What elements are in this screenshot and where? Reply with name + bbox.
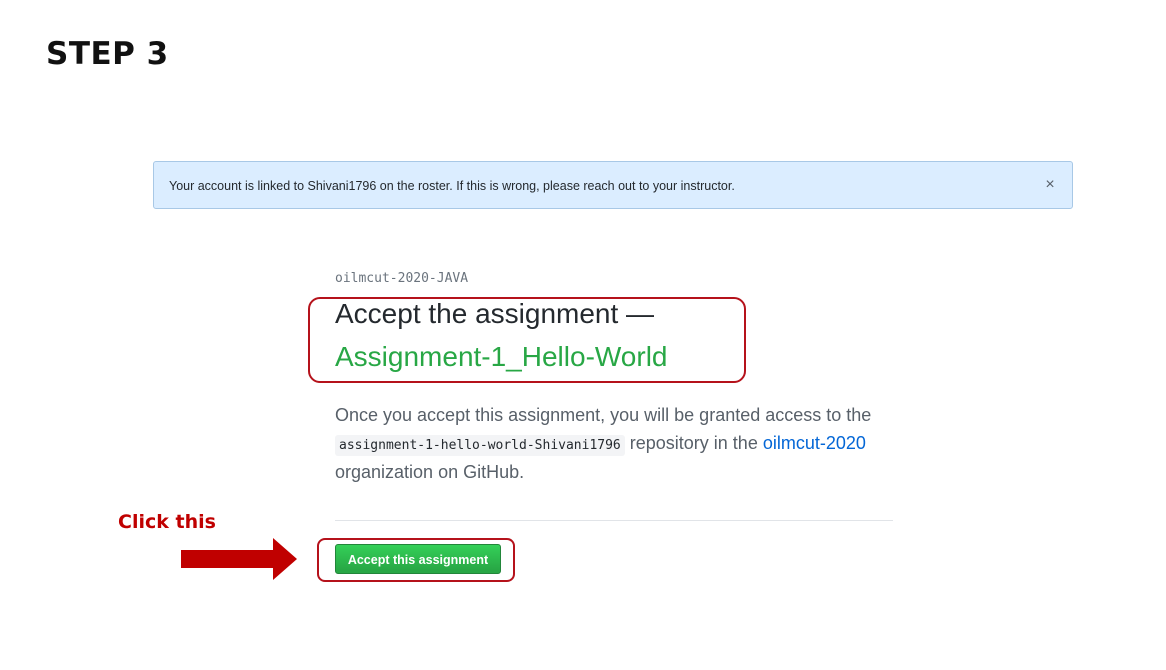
step-title: STEP 3 xyxy=(46,36,169,72)
assignment-name: Assignment-1_Hello-World xyxy=(335,341,668,372)
roster-flash-banner: Your account is linked to Shivani1796 on… xyxy=(153,161,1073,209)
red-arrow-icon xyxy=(181,538,297,580)
repo-name: assignment-1-hello-world-Shivani1796 xyxy=(335,434,625,456)
flash-message: Your account is linked to Shivani1796 on… xyxy=(169,179,735,193)
org-link[interactable]: oilmcut-2020 xyxy=(763,433,866,453)
divider xyxy=(335,520,893,521)
desc-text-2: repository in the xyxy=(624,432,763,453)
desc-text-3: organization on GitHub. xyxy=(335,462,525,482)
desc-text-1: Once you accept this assignment, you wil… xyxy=(335,405,872,425)
page-heading: Accept the assignment — xyxy=(335,298,655,329)
classroom-name: oilmcut-2020-JAVA xyxy=(335,271,469,286)
assignment-description: Once you accept this assignment, you wil… xyxy=(335,402,895,487)
tutorial-page: STEP 3 Your account is linked to Shivani… xyxy=(0,0,1166,670)
close-icon[interactable]: × xyxy=(1042,175,1058,195)
click-this-label: Click this xyxy=(118,511,216,533)
accept-assignment-button[interactable]: Accept this assignment xyxy=(335,544,501,574)
